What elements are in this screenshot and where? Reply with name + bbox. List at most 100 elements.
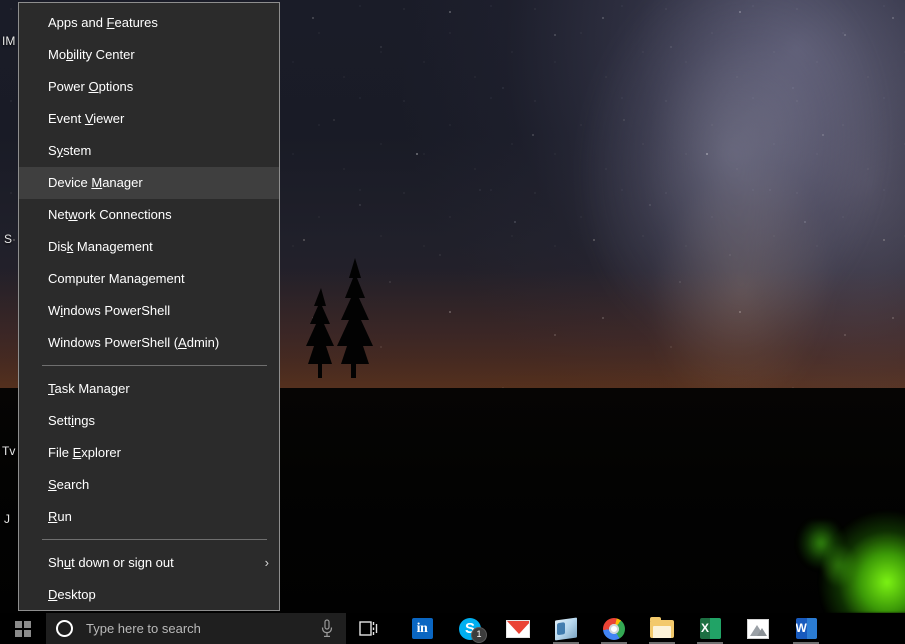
menu-item-label-post: ility Center — [73, 47, 135, 62]
menu-item-label-post: stem — [63, 143, 92, 158]
word-icon: W — [795, 618, 817, 639]
microphone-icon[interactable] — [320, 619, 334, 638]
cortana-circle-icon[interactable] — [56, 620, 73, 637]
taskbar[interactable]: Type here to search in S 1 X W — [0, 613, 905, 644]
skype-icon: S1 — [459, 617, 487, 643]
menu-item-label-pre: Device — [48, 175, 92, 190]
chrome-icon — [603, 617, 625, 640]
menu-item-file-explorer[interactable]: File Explorer — [19, 437, 279, 469]
menu-separator — [42, 365, 267, 366]
menu-separator — [42, 539, 267, 540]
menu-item-label-pre: Net — [48, 207, 69, 222]
menu-item-accelerator: O — [88, 79, 99, 94]
menu-item-label-post: Management — [73, 239, 153, 254]
taskbar-app-photos[interactable] — [734, 613, 782, 644]
glowing-tent — [791, 503, 905, 613]
menu-item-label-pre: Sett — [48, 413, 72, 428]
mail-icon — [555, 616, 577, 641]
menu-item-label-pre: Apps and — [48, 15, 107, 30]
menu-item-label-pre: Computer Mana — [48, 271, 142, 286]
menu-item-label-post: anager — [102, 175, 143, 190]
menu-item-accelerator: D — [48, 587, 58, 602]
menu-item-run[interactable]: Run — [19, 501, 279, 533]
linkedin-icon: in — [411, 618, 433, 639]
menu-item-computer-management[interactable]: Computer Management — [19, 263, 279, 295]
menu-item-label-pre: Mo — [48, 47, 67, 62]
taskbar-app-word[interactable]: W — [782, 613, 830, 644]
menu-item-search[interactable]: Search — [19, 469, 279, 501]
menu-item-settings[interactable]: Settings — [19, 405, 279, 437]
search-box[interactable]: Type here to search — [46, 613, 346, 644]
power-user-menu[interactable]: Apps and Features Mobility Center Power Op… — [18, 2, 280, 611]
pine-trees — [306, 258, 373, 378]
menu-item-mobility-center[interactable]: Mobility Center — [19, 39, 279, 71]
menu-item-label-pre: S — [48, 143, 57, 158]
menu-item-desktop[interactable]: Desktop — [19, 579, 279, 611]
photos-icon — [747, 618, 769, 639]
menu-item-accelerator: S — [48, 477, 57, 492]
menu-item-windows-powershell-admin[interactable]: Windows PowerShell (Admin) — [19, 327, 279, 359]
taskbar-app-chrome[interactable] — [590, 613, 638, 644]
menu-item-label-post: esktop — [57, 587, 96, 602]
menu-item-label-post: xplorer — [81, 445, 121, 460]
menu-item-task-manager[interactable]: Task Manager — [19, 373, 279, 405]
windows-logo-icon — [15, 620, 31, 637]
task-view-icon — [358, 621, 377, 636]
menu-item-label-pre: Windows PowerShell ( — [48, 335, 179, 350]
menu-item-label-pre: Power — [48, 79, 89, 94]
taskbar-app-linkedin[interactable]: in — [398, 613, 446, 644]
taskbar-app-skype[interactable]: S1 — [446, 613, 494, 644]
menu-item-label-pre: W — [48, 303, 61, 318]
menu-item-apps-and-features[interactable]: Apps and Features — [19, 7, 279, 39]
taskbar-app-gmail[interactable] — [494, 613, 542, 644]
menu-item-label-post: ngs — [74, 413, 95, 428]
desktop-screen: IM S Tv J Apps and Features Mobility Cent… — [0, 0, 905, 644]
menu-item-label-post: earch — [56, 477, 90, 492]
power-user-menu-list: Apps and Features Mobility Center Power Op… — [19, 3, 279, 611]
menu-item-label-pre: Dis — [48, 239, 67, 254]
search-placeholder-text: Type here to search — [86, 621, 201, 636]
chevron-right-icon: › — [264, 555, 269, 570]
menu-item-label-post: t down or sign out — [71, 555, 174, 570]
menu-item-label-post: un — [57, 509, 72, 524]
taskbar-app-buttons: in S 1 X W — [390, 613, 905, 644]
taskbar-app-outlook[interactable] — [542, 613, 590, 644]
menu-item-accelerator: F — [106, 15, 115, 30]
menu-item-accelerator: R — [48, 509, 58, 524]
menu-item-label-post: iewer — [93, 111, 125, 126]
menu-item-label-post: eatures — [114, 15, 158, 30]
desktop-icon-label[interactable]: S — [4, 232, 12, 246]
desktop-icon-label[interactable]: Tv — [2, 444, 15, 458]
menu-item-disk-management[interactable]: Disk Management — [19, 231, 279, 263]
gmail-icon — [506, 619, 530, 638]
menu-item-windows-powershell[interactable]: Windows PowerShell — [19, 295, 279, 327]
skype-badge: 1 — [471, 626, 487, 643]
menu-item-device-manager[interactable]: Device Manager — [19, 167, 279, 199]
desktop-icon-label[interactable]: IM — [2, 34, 15, 48]
menu-item-label-post: dmin) — [186, 335, 220, 350]
menu-item-label-post: ement — [148, 271, 185, 286]
menu-item-label-pre: File — [48, 445, 73, 460]
menu-item-accelerator: w — [68, 207, 78, 222]
start-button[interactable] — [0, 613, 46, 644]
menu-item-system[interactable]: System — [19, 135, 279, 167]
menu-item-label-pre: Event — [48, 111, 85, 126]
menu-item-power-options[interactable]: Power Options — [19, 71, 279, 103]
menu-item-label-post: ask Manager — [54, 381, 130, 396]
desktop-icon-label[interactable]: J — [4, 512, 10, 526]
taskbar-app-file-explorer[interactable] — [638, 613, 686, 644]
menu-item-event-viewer[interactable]: Event Viewer — [19, 103, 279, 135]
menu-item-label-post: ndows PowerShell — [63, 303, 171, 318]
menu-item-label-post: ork Connections — [77, 207, 172, 222]
excel-icon: X — [699, 618, 721, 639]
menu-item-accelerator: E — [72, 445, 82, 460]
menu-item-label-post: ptions — [98, 79, 134, 94]
menu-item-accelerator: A — [178, 335, 187, 350]
menu-item-label-pre: Sh — [48, 555, 64, 570]
task-view-button[interactable] — [346, 613, 390, 644]
menu-item-network-connections[interactable]: Network Connections — [19, 199, 279, 231]
menu-item-shut-down-or-sign-out[interactable]: Shut down or sign out › — [19, 547, 279, 579]
menu-item-accelerator: M — [91, 175, 103, 190]
file-explorer-icon — [650, 616, 674, 638]
taskbar-app-excel[interactable]: X — [686, 613, 734, 644]
